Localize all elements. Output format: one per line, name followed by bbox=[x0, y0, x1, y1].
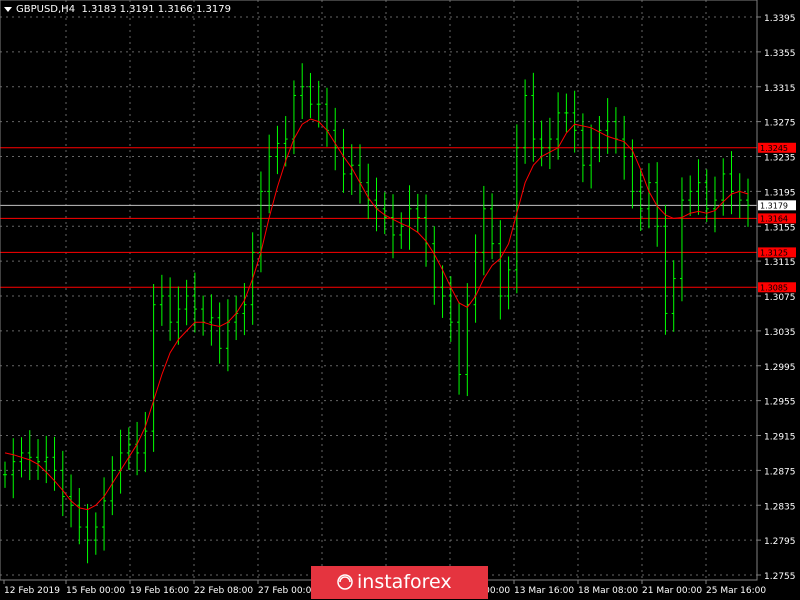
symbol-label: GBPUSD,H4 bbox=[16, 4, 76, 15]
x-tick-label: 22 Feb 08:00 bbox=[194, 586, 253, 596]
y-tick-label: 1.2795 bbox=[764, 537, 796, 547]
level-tag-label: 1.3085 bbox=[760, 283, 788, 292]
y-tick-label: 1.2755 bbox=[764, 572, 796, 582]
current-price-tag-label: 1.3179 bbox=[760, 201, 788, 210]
y-tick-label: 1.3275 bbox=[764, 119, 796, 129]
ohlc-readout: 1.3183 1.3191 1.3166 1.3179 bbox=[81, 4, 231, 15]
y-tick-label: 1.2955 bbox=[764, 398, 796, 408]
x-tick-label: 15 Feb 00:00 bbox=[66, 586, 125, 596]
y-tick-label: 1.3195 bbox=[764, 188, 796, 198]
x-tick-label: 18 Mar 08:00 bbox=[578, 586, 638, 596]
level-tag-label: 1.3245 bbox=[760, 144, 788, 153]
y-tick-label: 1.3355 bbox=[764, 49, 796, 59]
brand-watermark: instaforex bbox=[311, 566, 488, 599]
y-tick-label: 1.2835 bbox=[764, 502, 796, 512]
y-tick-label: 1.2995 bbox=[764, 363, 796, 373]
brand-logo-icon bbox=[337, 574, 353, 590]
chart-background bbox=[0, 0, 800, 600]
y-tick-label: 1.3035 bbox=[764, 328, 796, 338]
x-tick-label: 21 Mar 00:00 bbox=[642, 586, 702, 596]
x-tick-label: 27 Feb 00:00 bbox=[258, 586, 317, 596]
x-tick-label: 25 Mar 16:00 bbox=[706, 586, 766, 596]
y-tick-label: 1.3115 bbox=[764, 258, 796, 268]
chart-header: GBPUSD,H4 1.3183 1.3191 1.3166 1.3179 bbox=[4, 4, 231, 15]
x-tick-label: 19 Feb 16:00 bbox=[130, 586, 189, 596]
brand-name: instaforex bbox=[357, 571, 452, 593]
y-tick-label: 1.2915 bbox=[764, 433, 796, 443]
level-tag-label: 1.3125 bbox=[760, 248, 788, 257]
dropdown-triangle-icon[interactable] bbox=[4, 6, 12, 12]
price-chart[interactable]: 1.3395 1.3355 1.3315 1.3275 1.3235 1.3195 1.31… bbox=[0, 0, 800, 600]
y-tick-label: 1.3155 bbox=[764, 223, 796, 233]
y-tick-label: 1.3235 bbox=[764, 154, 796, 164]
x-tick-label: 13 Mar 16:00 bbox=[514, 586, 574, 596]
y-tick-label: 1.3395 bbox=[764, 14, 796, 24]
y-tick-label: 1.2875 bbox=[764, 467, 796, 477]
y-tick-label: 1.3315 bbox=[764, 84, 796, 94]
y-tick-label: 1.3075 bbox=[764, 293, 796, 303]
x-tick-label: 12 Feb 2019 bbox=[4, 586, 60, 596]
level-tag-label: 1.3164 bbox=[760, 214, 788, 223]
